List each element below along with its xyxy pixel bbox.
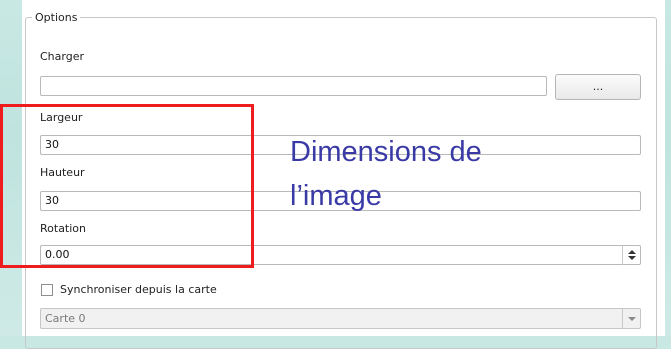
sync-checkbox[interactable] <box>41 284 53 296</box>
spin-up-icon[interactable] <box>627 250 636 254</box>
dimensions-annotation: Dimensions de l’image <box>290 130 570 218</box>
browse-button[interactable]: ... <box>555 74 641 100</box>
load-path-input[interactable] <box>40 76 547 96</box>
spin-down-icon[interactable] <box>627 256 636 260</box>
annotation-line-2: l’image <box>290 180 382 212</box>
dimensions-highlight-box <box>0 104 254 268</box>
annotation-line-1: Dimensions de <box>290 136 482 168</box>
chevron-down-icon[interactable] <box>627 316 636 321</box>
options-group-title: Options <box>32 11 81 24</box>
map-select[interactable]: Carte 0 <box>40 308 641 329</box>
map-select-dropdown[interactable] <box>622 309 640 328</box>
rotation-stepper[interactable] <box>622 245 640 265</box>
sync-checkbox-label[interactable]: Synchroniser depuis la carte <box>60 283 217 296</box>
load-label: Charger <box>40 50 84 63</box>
